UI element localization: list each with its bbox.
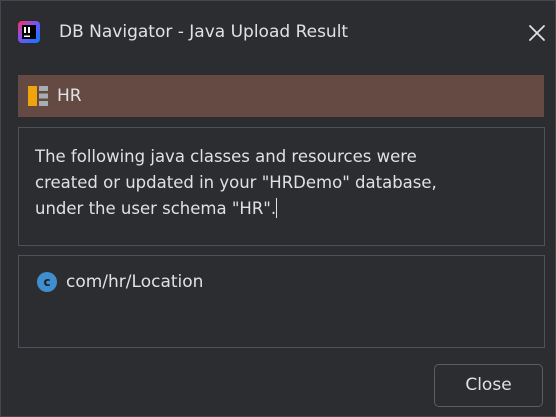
schema-icon — [28, 86, 48, 106]
java-class-icon: c — [37, 272, 57, 292]
text-caret — [276, 198, 278, 218]
uploaded-objects-list[interactable]: c com/hr/Location — [18, 255, 545, 348]
intellij-idea-icon — [18, 21, 40, 43]
message-line-3: under the user schema "HR". — [35, 199, 277, 218]
message-line-1: The following java classes and resources… — [35, 147, 417, 166]
dialog-titlebar: DB Navigator - Java Upload Result — [1, 1, 556, 63]
schema-name: HR — [57, 86, 82, 106]
close-icon[interactable] — [525, 21, 549, 45]
message-line-2: created or updated in your "HRDemo" data… — [35, 173, 437, 192]
list-item-label: com/hr/Location — [66, 272, 204, 292]
close-button[interactable]: Close — [434, 364, 543, 407]
result-message: The following java classes and resources… — [35, 144, 530, 222]
dialog-title: DB Navigator - Java Upload Result — [59, 22, 349, 42]
result-message-panel: The following java classes and resources… — [18, 127, 545, 246]
upload-result-dialog: DB Navigator - Java Upload Result HR The… — [0, 0, 556, 417]
schema-header: HR — [18, 75, 544, 117]
list-item[interactable]: c com/hr/Location — [37, 270, 203, 294]
